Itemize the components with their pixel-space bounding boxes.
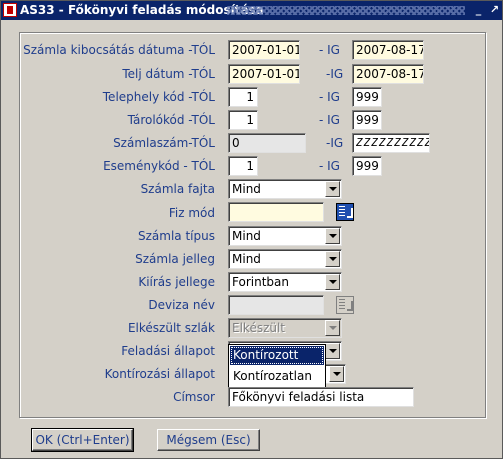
fiz-mod-field[interactable]: [228, 202, 324, 222]
chevron-down-icon[interactable]: [325, 343, 340, 359]
szamla-tipus-select[interactable]: Mind: [228, 226, 342, 246]
list-of-values-icon: [336, 296, 354, 314]
szamla-tipus-value: Mind: [232, 229, 261, 243]
elkeszult-szlak-select: Elkészült: [228, 318, 342, 338]
label-kiiras-jellege: Kiírás jellege: [138, 275, 215, 289]
sep-telephely-kod: - IG: [319, 90, 340, 104]
chevron-down-icon[interactable]: [329, 366, 344, 382]
sep-tarolokod: - IG: [319, 113, 340, 127]
szamla-fajta-select[interactable]: Mind: [228, 179, 342, 199]
cancel-button[interactable]: Mégsem (Esc): [157, 429, 260, 451]
telephely-kod-from-field[interactable]: 1: [228, 87, 258, 107]
szamla-jelleg-value: Mind: [232, 252, 261, 266]
maximize-icon[interactable]: ↗: [487, 3, 502, 17]
telj-datum-to-field[interactable]: 2007-08-17: [352, 64, 424, 84]
label-feladasi-allapot: Feladási állapot: [121, 344, 215, 358]
label-deviza-nev: Deviza név: [148, 298, 215, 312]
ok-button[interactable]: OK (Ctrl+Enter): [31, 428, 134, 452]
esemenykod-to-field[interactable]: 999: [352, 156, 382, 176]
chevron-down-icon[interactable]: [325, 274, 340, 290]
dropdown-option-kontirozott[interactable]: Kontírozott: [230, 346, 324, 365]
label-szamla-jelleg: Számla jelleg: [135, 252, 215, 266]
szamla-jelleg-select[interactable]: Mind: [228, 249, 342, 269]
szamlaszam-from-field[interactable]: 0: [228, 133, 306, 153]
szamla-fajta-value: Mind: [232, 182, 261, 196]
label-telj-datum: Telj dátum -TÓL: [122, 67, 215, 81]
telj-datum-from-field[interactable]: 2007-01-01: [228, 64, 300, 84]
elkeszult-szlak-value: Elkészült: [232, 321, 286, 335]
dropdown-option-kontirozatlan[interactable]: Kontírozatlan: [230, 367, 324, 386]
szamla-kibocsatas-to-field[interactable]: 2007-08-17: [352, 40, 424, 60]
main-window: AS33 - Főkönyvi feladás módosítása _ ↗ S…: [0, 0, 503, 459]
label-kontirozasi-allapot: Kontírozási állapot: [104, 367, 215, 381]
label-esemenykod: Eseménykód - TÓL: [103, 159, 215, 173]
label-cimsor: Címsor: [173, 390, 215, 404]
chevron-down-icon[interactable]: [325, 251, 340, 267]
sep-szamla-kibocsatas: - IG: [319, 43, 340, 57]
label-telephely-kod: Telephely kód -TÓL: [102, 90, 215, 104]
label-szamla-fajta: Számla fajta: [140, 182, 215, 196]
sep-esemenykod: - IG: [319, 159, 340, 173]
chevron-down-icon[interactable]: [325, 181, 340, 197]
kiiras-jellege-select[interactable]: Forintban: [228, 272, 342, 292]
dropdown-list: Kontírozott Kontírozatlan: [228, 344, 326, 388]
label-szamla-kibocsatas: Számla kibocsátás dátuma -TÓL: [23, 43, 215, 57]
tarolokod-from-field[interactable]: 1: [228, 110, 258, 130]
title-bar-pattern: [227, 6, 465, 15]
chevron-down-icon: [325, 320, 340, 336]
app-icon: [3, 3, 17, 17]
deviza-nev-field[interactable]: [228, 295, 324, 315]
chevron-down-icon[interactable]: [325, 228, 340, 244]
label-elkeszult-szlak: Elkészült szlák: [127, 321, 215, 335]
cimsor-field[interactable]: Főkönyvi feladási lista: [228, 387, 414, 407]
kiiras-jellege-value: Forintban: [232, 275, 289, 289]
telephely-kod-to-field[interactable]: 999: [352, 87, 382, 107]
sep-szamlaszam: -IG: [326, 136, 344, 150]
label-szamlaszam: Számlaszám-TÓL: [113, 136, 215, 150]
title-bar[interactable]: AS33 - Főkönyvi feladás módosítása _ ↗: [1, 1, 502, 20]
esemenykod-from-field[interactable]: 1: [228, 156, 258, 176]
list-of-values-icon[interactable]: [336, 203, 354, 221]
szamlaszam-to-field[interactable]: ZZZZZZZZZZ: [352, 133, 430, 153]
minimize-icon[interactable]: _: [471, 3, 486, 17]
label-tarolokod: Tárolókód -TÓL: [127, 113, 215, 127]
sep-telj-datum: -IG: [326, 67, 344, 81]
label-fiz-mod: Fiz mód: [168, 206, 215, 220]
szamla-kibocsatas-from-field[interactable]: 2007-01-01: [228, 40, 300, 60]
tarolokod-to-field[interactable]: 999: [352, 110, 382, 130]
label-szamla-tipus: Számla típus: [138, 229, 215, 243]
